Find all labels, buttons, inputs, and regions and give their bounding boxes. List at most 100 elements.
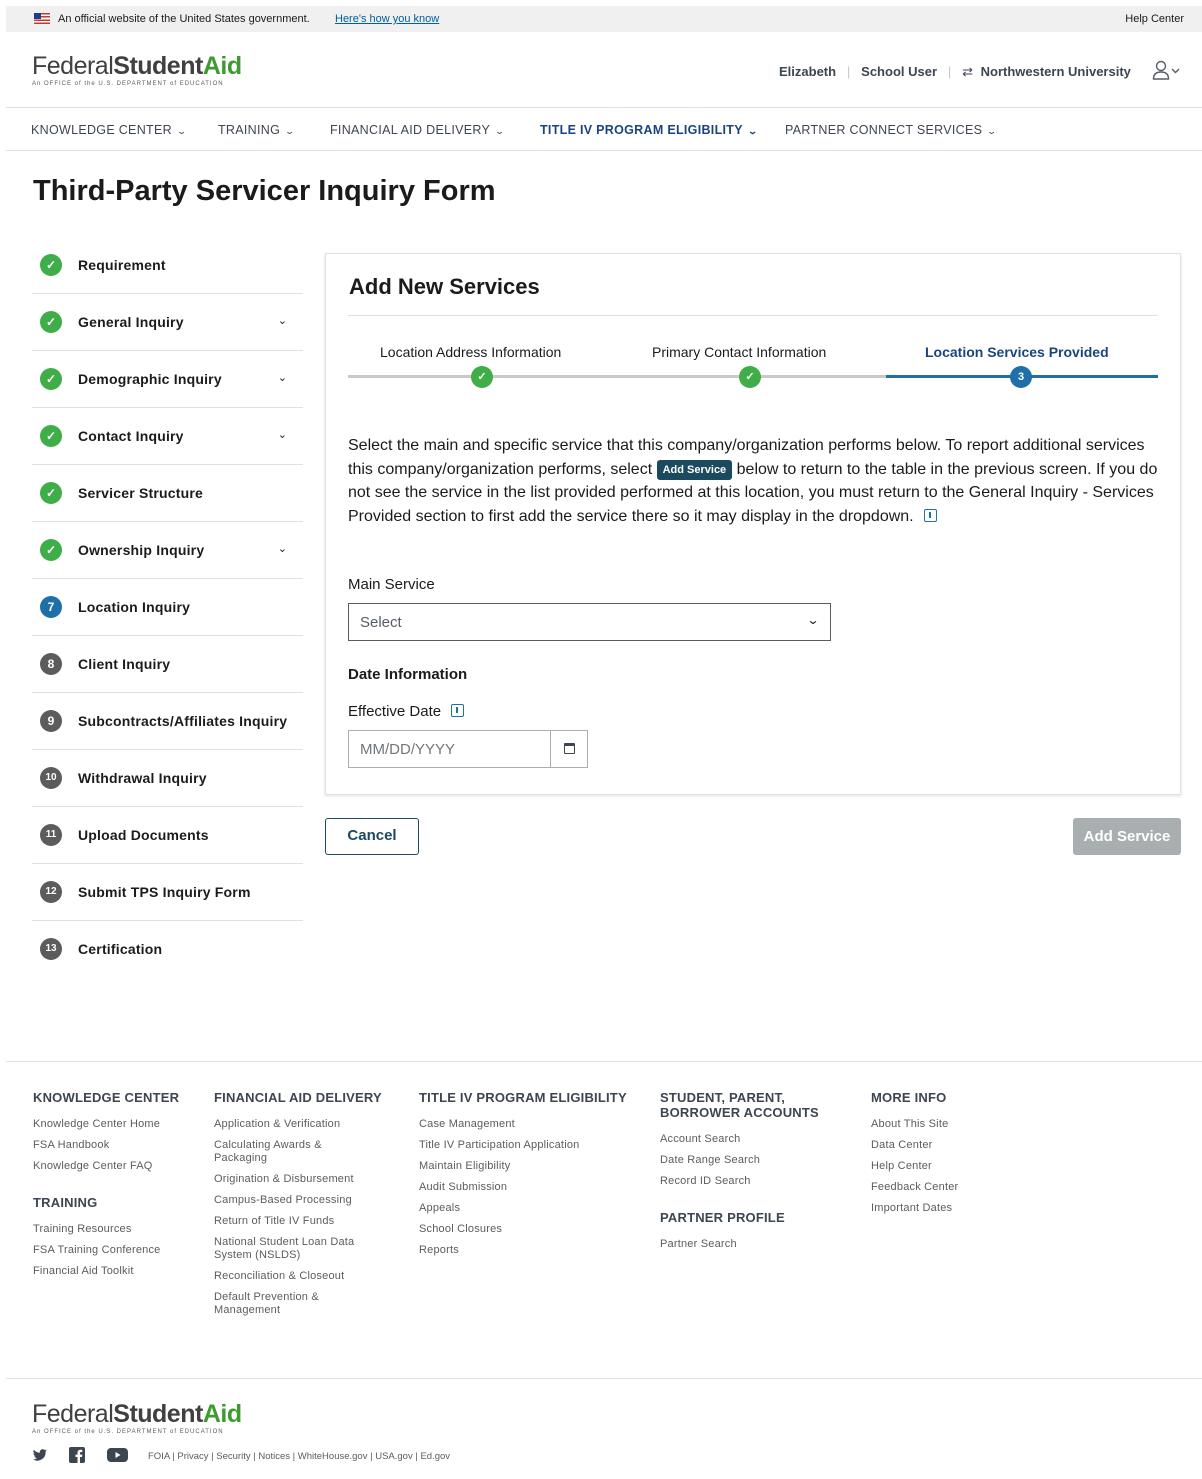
info-icon[interactable] <box>924 508 938 522</box>
footer-link[interactable]: National Student Loan Data System (NSLDS… <box>214 1236 364 1262</box>
cancel-button[interactable]: Cancel <box>325 818 419 855</box>
add-service-button[interactable]: Add Service <box>1073 818 1181 855</box>
footer-link[interactable]: Knowledge Center Home <box>33 1118 203 1131</box>
effective-date-label: Effective Date <box>348 703 465 720</box>
nav-knowledge-center[interactable]: KNOWLEDGE CENTER ⌄ <box>31 123 187 137</box>
footer-link[interactable]: Audit Submission <box>419 1181 639 1194</box>
footer-col-accounts: STUDENT, PARENT, BORROWER ACCOUNTS Accou… <box>660 1090 830 1251</box>
nav-financial-aid-delivery[interactable]: FINANCIAL AID DELIVERY ⌄ <box>330 123 505 137</box>
twitter-icon[interactable] <box>32 1447 48 1463</box>
footer-link[interactable]: Default Prevention & Management <box>214 1291 334 1317</box>
step-submit-tps-inquiry-form[interactable]: 12 Submit TPS Inquiry Form <box>32 864 303 921</box>
effective-date-field[interactable]: MM/DD/YYYY <box>348 730 588 768</box>
school-name[interactable]: Northwestern University <box>981 64 1131 79</box>
footer-fsa-logo[interactable]: FederalStudentAid An OFFICE of the U.S. … <box>32 1400 242 1435</box>
footer-link[interactable]: Financial Aid Toolkit <box>33 1265 203 1278</box>
main-service-select[interactable]: Select ⌄ <box>348 603 831 641</box>
gov-banner: An official website of the United States… <box>6 6 1202 32</box>
tab-location-services-provided[interactable]: Location Services Provided <box>925 344 1109 360</box>
progress-track <box>348 375 888 378</box>
date-placeholder: MM/DD/YYYY <box>360 741 456 758</box>
footer-heading: FINANCIAL AID DELIVERY <box>214 1090 382 1105</box>
footer-col-title-iv: TITLE IV PROGRAM ELIGIBILITY Case Manage… <box>419 1090 639 1257</box>
footer-link[interactable]: Partner Search <box>660 1238 830 1251</box>
footer-link[interactable]: Data Center <box>871 1139 1031 1152</box>
nav-training[interactable]: TRAINING ⌄ <box>218 123 296 137</box>
youtube-icon[interactable] <box>107 1447 128 1463</box>
check-icon: ✓ <box>40 539 62 561</box>
chevron-down-icon: ⌄ <box>806 613 820 627</box>
footer-heading: TRAINING <box>33 1195 98 1210</box>
footer-link[interactable]: Title IV Participation Application <box>419 1139 639 1152</box>
info-icon[interactable] <box>451 704 465 717</box>
step-location-inquiry[interactable]: 7 Location Inquiry <box>32 579 303 636</box>
nav-partner-connect-services[interactable]: PARTNER CONNECT SERVICES ⌄ <box>785 123 997 137</box>
site-header: FederalStudentAid An OFFICE of the U.S. … <box>6 32 1202 108</box>
footer-link[interactable]: School Closures <box>419 1223 639 1236</box>
footer-link[interactable]: FSA Training Conference <box>33 1244 203 1257</box>
step-label: Demographic Inquiry <box>78 371 222 387</box>
chevron-down-icon[interactable]: ⌄ <box>278 371 287 384</box>
step-subcontracts-affiliates-inquiry[interactable]: 9 Subcontracts/Affiliates Inquiry <box>32 693 303 750</box>
footer-link[interactable]: Help Center <box>871 1160 1031 1173</box>
step-label: Subcontracts/Affiliates Inquiry <box>78 713 288 729</box>
chevron-down-icon: ⌄ <box>284 126 296 136</box>
step-general-inquiry[interactable]: ✓ General Inquiry ⌄ <box>32 294 303 351</box>
footer-legal-links[interactable]: FOIA | Privacy | Security | Notices | Wh… <box>148 1451 450 1462</box>
step-label: Servicer Structure <box>78 485 203 501</box>
footer-link[interactable]: Feedback Center <box>871 1181 1031 1194</box>
facebook-icon[interactable] <box>69 1447 85 1463</box>
footer-link[interactable]: FSA Handbook <box>33 1139 203 1152</box>
chevron-down-icon[interactable]: ⌄ <box>278 542 287 555</box>
footer-link[interactable]: Appeals <box>419 1202 639 1215</box>
footer-link[interactable]: Calculating Awards & Packaging <box>214 1139 344 1165</box>
step-upload-documents[interactable]: 11 Upload Documents <box>32 807 303 864</box>
heres-how-you-know-link[interactable]: Here's how you know <box>335 13 439 25</box>
card-title: Add New Services <box>349 274 540 299</box>
footer-link[interactable]: Knowledge Center FAQ <box>33 1160 203 1173</box>
tab-primary-contact-information[interactable]: Primary Contact Information <box>652 344 826 360</box>
footer-link[interactable]: Important Dates <box>871 1202 1031 1215</box>
help-center-link[interactable]: Help Center <box>1125 13 1184 25</box>
step-requirement[interactable]: ✓ Requirement <box>32 237 303 294</box>
footer-link[interactable]: About This Site <box>871 1118 1031 1131</box>
step-label: Contact Inquiry <box>78 428 184 444</box>
chevron-down-icon[interactable]: ⌄ <box>278 428 287 441</box>
fsa-logo[interactable]: FederalStudentAid An OFFICE of the U.S. … <box>32 52 242 87</box>
footer-link[interactable]: Application & Verification <box>214 1118 384 1131</box>
step-label: General Inquiry <box>78 314 184 330</box>
step-label: Client Inquiry <box>78 656 171 672</box>
step-client-inquiry[interactable]: 8 Client Inquiry <box>32 636 303 693</box>
chevron-down-icon[interactable]: ⌄ <box>278 314 287 327</box>
footer-link[interactable]: Record ID Search <box>660 1175 830 1188</box>
step-ownership-inquiry[interactable]: ✓ Ownership Inquiry ⌄ <box>32 522 303 579</box>
step-servicer-structure[interactable]: ✓ Servicer Structure <box>32 465 303 522</box>
nav-title-iv-program-eligibility[interactable]: TITLE IV PROGRAM ELIGIBILITY ⌄ <box>540 123 758 137</box>
main-service-label: Main Service <box>348 576 435 593</box>
footer-link[interactable]: Reconciliation & Closeout <box>214 1270 384 1283</box>
step-certification[interactable]: 13 Certification <box>32 921 303 978</box>
footer-link[interactable]: Origination & Disbursement <box>214 1173 384 1186</box>
user-role: School User <box>861 64 938 79</box>
step-contact-inquiry[interactable]: ✓ Contact Inquiry ⌄ <box>32 408 303 465</box>
user-icon[interactable] <box>1152 60 1182 82</box>
footer-link[interactable]: Maintain Eligibility <box>419 1160 639 1173</box>
footer-divider <box>6 1061 1202 1062</box>
footer-link[interactable]: Return of Title IV Funds <box>214 1215 384 1228</box>
user-name[interactable]: Elizabeth <box>779 64 836 79</box>
gov-banner-text: An official website of the United States… <box>58 13 310 25</box>
footer-link[interactable]: Account Search <box>660 1133 830 1146</box>
footer-link[interactable]: Case Management <box>419 1118 639 1131</box>
swap-icon[interactable]: ⇄ <box>962 64 973 79</box>
check-icon: ✓ <box>40 368 62 390</box>
footer-link[interactable]: Training Resources <box>33 1223 203 1236</box>
calendar-icon <box>564 743 575 754</box>
tab-location-address-information[interactable]: Location Address Information <box>380 344 561 360</box>
footer-link[interactable]: Reports <box>419 1244 639 1257</box>
step-demographic-inquiry[interactable]: ✓ Demographic Inquiry ⌄ <box>32 351 303 408</box>
footer-link[interactable]: Date Range Search <box>660 1154 830 1167</box>
step-withdrawal-inquiry[interactable]: 10 Withdrawal Inquiry <box>32 750 303 807</box>
calendar-button[interactable] <box>550 731 587 767</box>
step-label: Certification <box>78 941 163 957</box>
footer-link[interactable]: Campus-Based Processing <box>214 1194 384 1207</box>
